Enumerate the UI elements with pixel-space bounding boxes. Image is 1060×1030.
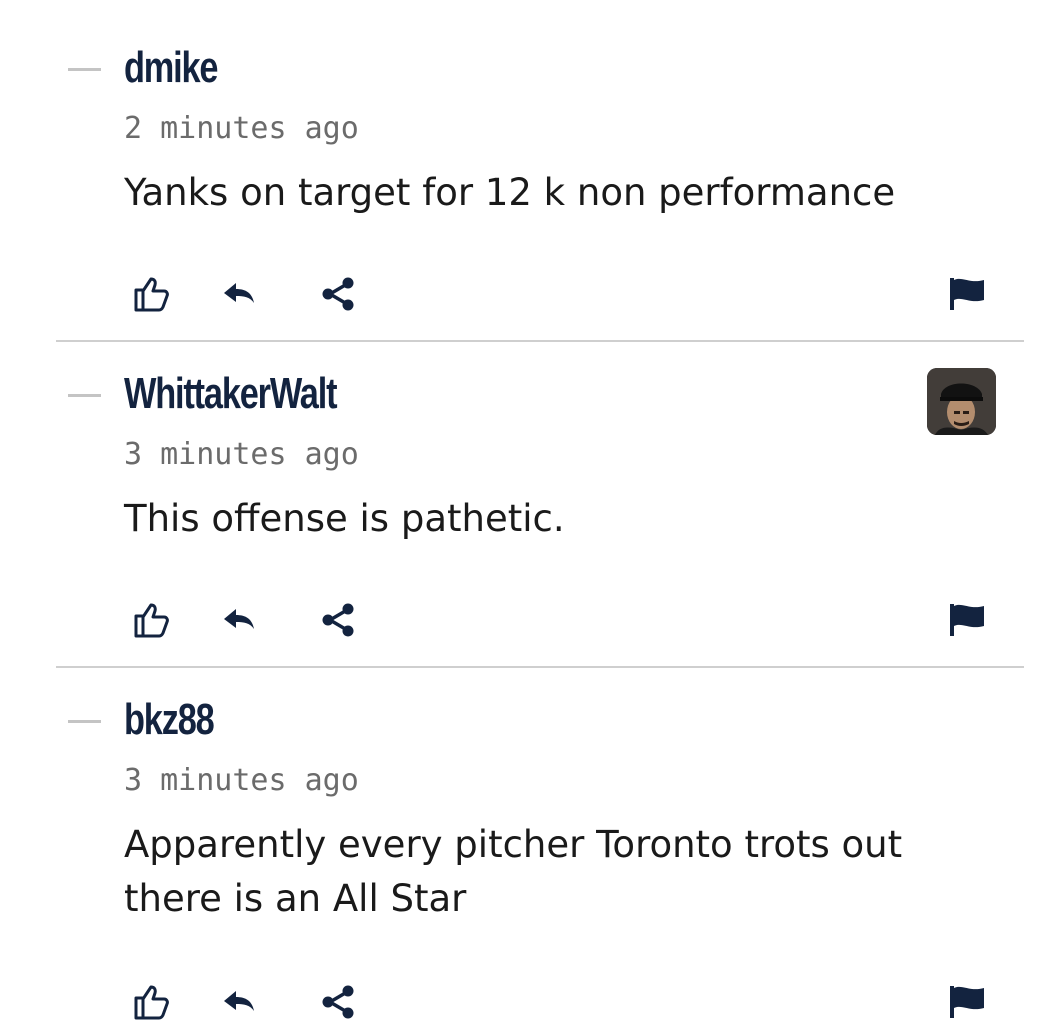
flag-icon[interactable] xyxy=(946,598,990,642)
comment-item: bkz88 3 minutes ago Apparently every pit… xyxy=(0,652,1060,1020)
comment-username[interactable]: bkz88 xyxy=(124,698,215,742)
comment-timestamp: 3 minutes ago xyxy=(124,437,359,472)
comment-actions xyxy=(0,980,1060,1030)
thumbs-up-icon[interactable] xyxy=(130,980,174,1024)
comment-username[interactable]: WhittakerWalt xyxy=(124,372,338,416)
reply-icon[interactable] xyxy=(218,272,262,316)
share-icon[interactable] xyxy=(318,980,362,1024)
reply-icon[interactable] xyxy=(218,598,262,642)
collapse-dash-icon[interactable] xyxy=(68,394,101,397)
comment-actions xyxy=(0,598,1060,648)
share-icon[interactable] xyxy=(318,272,362,316)
comment-body: This offense is pathetic. xyxy=(124,497,565,540)
avatar-image xyxy=(927,368,996,435)
comment-body: Yanks on target for 12 k non performance xyxy=(124,171,896,214)
comment-timestamp: 2 minutes ago xyxy=(124,111,359,146)
thumbs-up-icon[interactable] xyxy=(130,598,174,642)
comment-timestamp: 3 minutes ago xyxy=(124,763,359,798)
share-icon[interactable] xyxy=(318,598,362,642)
avatar[interactable] xyxy=(927,368,996,435)
reply-icon[interactable] xyxy=(218,980,262,1024)
comment-item: WhittakerWalt 3 minutes ago This offense… xyxy=(0,326,1060,668)
collapse-dash-icon[interactable] xyxy=(68,68,101,71)
flag-icon[interactable] xyxy=(946,272,990,316)
flag-icon[interactable] xyxy=(946,980,990,1024)
thumbs-up-icon[interactable] xyxy=(130,272,174,316)
comment-username[interactable]: dmike xyxy=(124,46,219,90)
collapse-dash-icon[interactable] xyxy=(68,720,101,723)
comment-item: dmike 2 minutes ago Yanks on target for … xyxy=(0,0,1060,342)
comment-actions xyxy=(0,272,1060,322)
comment-body: Apparently every pitcher Toronto trots o… xyxy=(124,823,903,920)
